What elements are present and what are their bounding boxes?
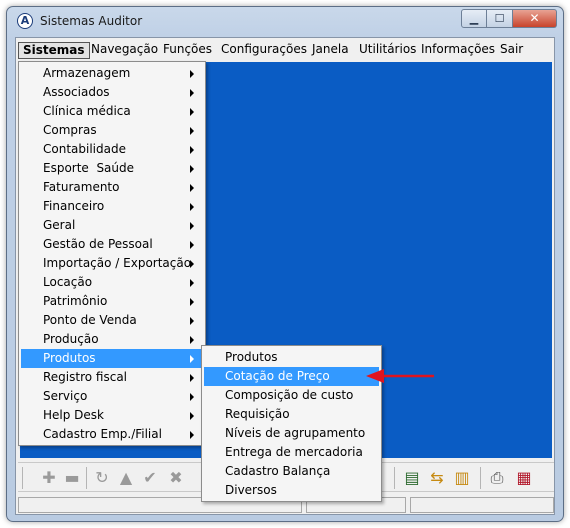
add-icon[interactable]: ✚	[40, 469, 58, 487]
menu-item-label: Ponto de Venda	[43, 313, 137, 327]
menu-item-label: Geral	[43, 218, 76, 232]
menu-item-contabilidade[interactable]: Contabilidade	[21, 140, 203, 159]
menu-item-clinica-medica[interactable]: Clínica médica	[21, 102, 203, 121]
menu-janela[interactable]: Janela	[308, 42, 353, 59]
menu-funcoes[interactable]: Funções	[159, 42, 216, 59]
menu-item-servico[interactable]: Serviço	[21, 387, 203, 406]
menu-navegacao[interactable]: Navegação	[87, 42, 162, 59]
submenu-item-diversos[interactable]: Diversos	[204, 481, 379, 500]
up-icon[interactable]: ▲	[117, 469, 135, 487]
menu-item-locacao[interactable]: Locação	[21, 273, 203, 292]
submenu-item-niveis-de-agrupamento[interactable]: Níveis de agrupamento	[204, 424, 379, 443]
menu-item-label: Cadastro Emp./Filial	[43, 427, 162, 441]
menu-item-cadastro-emp-filial[interactable]: Cadastro Emp./Filial	[21, 425, 203, 444]
submenu-arrow-icon	[190, 108, 194, 116]
report-icon[interactable]: ▥	[453, 469, 471, 487]
menu-item-label: Gestão de Pessoal	[43, 237, 153, 251]
status-panel-3	[410, 497, 554, 513]
menu-item-patrimonio[interactable]: Patrimônio	[21, 292, 203, 311]
menu-item-label: Faturamento	[43, 180, 120, 194]
confirm-icon[interactable]: ✔	[141, 469, 159, 487]
submenu-item-requisicao[interactable]: Requisição	[204, 405, 379, 424]
menu-item-label: Patrimônio	[43, 294, 108, 308]
menu-item-faturamento[interactable]: Faturamento	[21, 178, 203, 197]
menu-item-label: Serviço	[43, 389, 88, 403]
menu-bar: Sistemas Navegação Funções Configurações…	[16, 38, 554, 60]
submenu-arrow-icon	[190, 127, 194, 135]
menu-item-label: Associados	[43, 85, 110, 99]
refresh-icon[interactable]: ↻	[93, 469, 111, 487]
menu-item-armazenagem[interactable]: Armazenagem	[21, 64, 203, 83]
submenu-arrow-icon	[190, 203, 194, 211]
calendar-icon[interactable]: ▦	[515, 469, 533, 487]
menu-item-label: Armazenagem	[43, 66, 131, 80]
maximize-button[interactable]: ☐	[487, 9, 513, 28]
menu-utilitarios[interactable]: Utilitários	[355, 42, 420, 59]
menu-item-importacao-exportacao[interactable]: Importação / Exportação	[21, 254, 203, 273]
title-bar[interactable]: A Sistemas Auditor ▁ ☐ ✕	[7, 7, 563, 35]
submenu-arrow-icon	[190, 146, 194, 154]
menu-item-label: Help Desk	[43, 408, 104, 422]
menu-item-producao[interactable]: Produção	[21, 330, 203, 349]
menu-item-label: Clínica médica	[43, 104, 131, 118]
submenu-arrow-icon	[190, 412, 194, 420]
red-arrow-icon	[366, 369, 434, 383]
menu-item-financeiro[interactable]: Financeiro	[21, 197, 203, 216]
menu-item-label: Esporte Saúde	[43, 161, 135, 175]
cancel-icon[interactable]: ✖	[167, 469, 185, 487]
menu-item-registro-fiscal[interactable]: Registro fiscal	[21, 368, 203, 387]
submenu-item-composicao-de-custo[interactable]: Composição de custo	[204, 386, 379, 405]
menu-sair[interactable]: Sair	[496, 42, 527, 59]
submenu-arrow-icon	[190, 355, 194, 363]
submenu-arrow-icon	[190, 260, 194, 268]
menu-item-label: Locação	[43, 275, 93, 289]
menu-configuracoes[interactable]: Configurações	[217, 42, 311, 59]
sistemas-dropdown: Armazenagem Associados Clínica médica Co…	[18, 61, 206, 446]
submenu-item-cotacao-de-preco[interactable]: Cotação de Preço	[204, 367, 379, 386]
menu-item-gestao-pessoal[interactable]: Gestão de Pessoal	[21, 235, 203, 254]
menu-item-label: Financeiro	[43, 199, 105, 213]
close-button[interactable]: ✕	[513, 9, 557, 28]
submenu-item-entrega-de-mercadoria[interactable]: Entrega de mercadoria	[204, 443, 379, 462]
submenu-item-cadastro-balanca[interactable]: Cadastro Balança	[204, 462, 379, 481]
menu-item-esporte-saude[interactable]: Esporte Saúde	[21, 159, 203, 178]
menu-item-ponto-de-venda[interactable]: Ponto de Venda	[21, 311, 203, 330]
submenu-arrow-icon	[190, 336, 194, 344]
window-title: Sistemas Auditor	[40, 14, 143, 28]
submenu-arrow-icon	[190, 89, 194, 97]
menu-item-label: Compras	[43, 123, 97, 137]
menu-item-label: Produtos	[43, 351, 96, 365]
submenu-arrow-icon	[190, 70, 194, 78]
produtos-submenu: Produtos Cotação de Preço Composição de …	[201, 345, 382, 502]
submenu-arrow-icon	[190, 279, 194, 287]
submenu-arrow-icon	[190, 298, 194, 306]
submenu-arrow-icon	[190, 222, 194, 230]
submenu-arrow-icon	[190, 184, 194, 192]
submenu-arrow-icon	[190, 431, 194, 439]
minimize-button[interactable]: ▁	[461, 9, 487, 28]
submenu-arrow-icon	[190, 317, 194, 325]
menu-item-help-desk[interactable]: Help Desk	[21, 406, 203, 425]
menu-item-label: Importação / Exportação	[43, 256, 192, 270]
remove-icon[interactable]: ▬	[63, 469, 81, 487]
submenu-arrow-icon	[190, 374, 194, 382]
submenu-arrow-icon	[190, 393, 194, 401]
menu-item-label: Contabilidade	[43, 142, 126, 156]
menu-item-produtos[interactable]: Produtos	[21, 349, 203, 368]
submenu-arrow-icon	[190, 241, 194, 249]
menu-item-associados[interactable]: Associados	[21, 83, 203, 102]
print-icon[interactable]: ⎙	[488, 469, 506, 487]
transfer-icon[interactable]: ⇆	[428, 469, 446, 487]
submenu-arrow-icon	[190, 165, 194, 173]
menu-item-label: Registro fiscal	[43, 370, 128, 384]
submenu-item-produtos[interactable]: Produtos	[204, 348, 379, 367]
menu-item-geral[interactable]: Geral	[21, 216, 203, 235]
export-icon[interactable]: ▤	[403, 469, 421, 487]
menu-item-compras[interactable]: Compras	[21, 121, 203, 140]
app-icon: A	[17, 13, 33, 29]
menu-item-label: Produção	[43, 332, 99, 346]
menu-informacoes[interactable]: Informações	[417, 42, 499, 59]
menu-sistemas[interactable]: Sistemas	[18, 42, 90, 59]
